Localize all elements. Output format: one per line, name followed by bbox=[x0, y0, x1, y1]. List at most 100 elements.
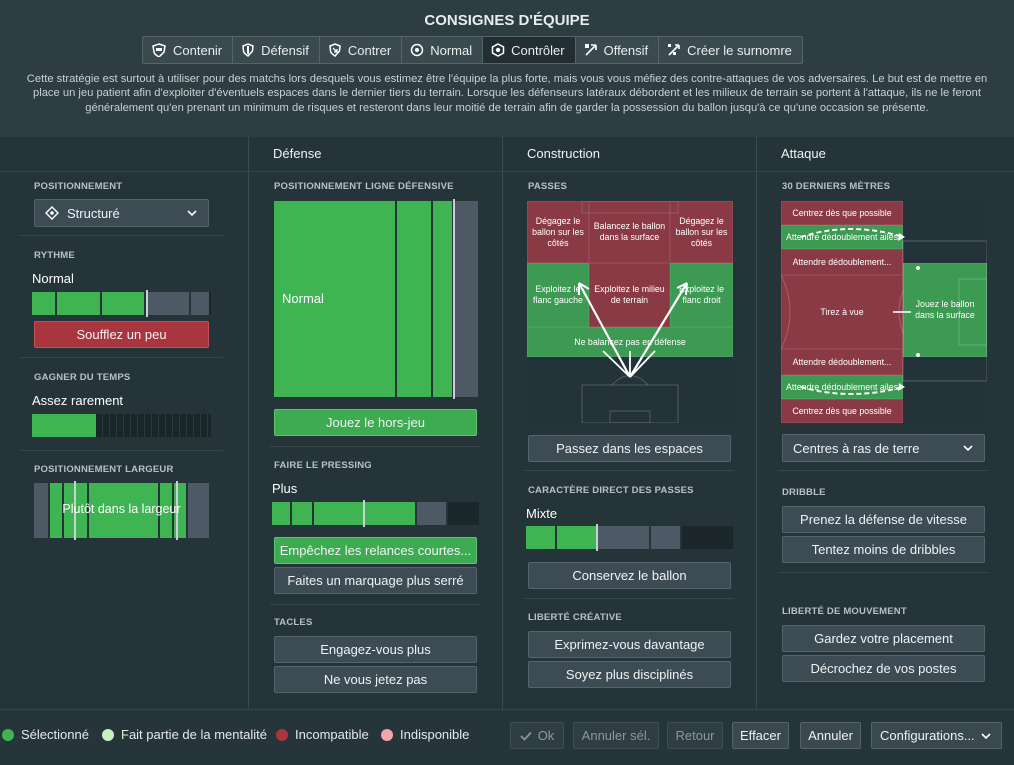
formation-icon bbox=[45, 206, 59, 220]
more-expressive-button[interactable]: Exprimez-vous davantage bbox=[528, 631, 731, 658]
undo-selection-button[interactable]: Annuler sél. bbox=[573, 722, 659, 749]
passing-directness-label: CARACTÈRE DIRECT DES PASSES bbox=[528, 485, 694, 496]
offside-button[interactable]: Jouez le hors-jeu bbox=[274, 409, 477, 436]
creative-freedom-label: LIBERTÉ CRÉATIVE bbox=[528, 612, 622, 623]
back-button[interactable]: Retour bbox=[667, 722, 723, 749]
tab-label: Contenir bbox=[173, 42, 223, 58]
passing-directness-marker bbox=[596, 524, 598, 551]
mentality-description: Cette stratégie est surtout à utiliser p… bbox=[26, 73, 988, 114]
run-at-defence-button[interactable]: Prenez la défense de vitesse bbox=[782, 506, 985, 533]
configurations-button[interactable]: Configurations... bbox=[871, 722, 1002, 749]
tempo-slider[interactable] bbox=[32, 292, 211, 315]
tab-label: Défensif bbox=[261, 42, 309, 58]
tab-normal[interactable]: Normal bbox=[402, 37, 484, 63]
column-divider bbox=[756, 137, 757, 709]
divider bbox=[524, 470, 734, 471]
press-marker bbox=[363, 500, 365, 527]
legend-mentality: Fait partie de la mentalité bbox=[102, 727, 267, 742]
defense-header: Défense bbox=[273, 146, 322, 161]
defensive-line-marker bbox=[453, 199, 455, 399]
divider bbox=[778, 572, 988, 573]
prevent-short-gk-button[interactable]: Empêchez les relances courtes... bbox=[274, 537, 477, 564]
counter-icon bbox=[329, 43, 341, 57]
legend-dot bbox=[2, 728, 14, 741]
positioning-dropdown[interactable]: Structuré bbox=[34, 199, 209, 227]
overload-icon bbox=[668, 44, 680, 56]
legend-dot bbox=[102, 728, 114, 741]
divider bbox=[20, 235, 223, 236]
dribbling-label: DRIBBLE bbox=[782, 487, 826, 498]
divider bbox=[524, 598, 734, 599]
legend-dot bbox=[276, 728, 288, 741]
configurations-label: Configurations... bbox=[880, 728, 975, 743]
divider bbox=[270, 446, 480, 447]
legend-label: Sélectionné bbox=[21, 727, 89, 742]
final-third-label: 30 DERNIERS MÈTRES bbox=[782, 181, 891, 192]
passing-pitch: Dégagez le ballon sur les côtés Balancez… bbox=[527, 201, 733, 423]
tab-label: Contrer bbox=[347, 42, 392, 58]
crossing-value: Centres à ras de terre bbox=[793, 440, 920, 456]
tab-contenir[interactable]: Contenir bbox=[143, 37, 234, 63]
width-value: Plutôt dans la largeur bbox=[62, 502, 181, 516]
pass-into-space-button[interactable]: Passez dans les espaces bbox=[528, 435, 731, 462]
tempo-marker bbox=[146, 290, 148, 317]
tab-label: Normal bbox=[430, 42, 473, 58]
tab-contrer[interactable]: Contrer bbox=[320, 37, 403, 63]
hold-position-button[interactable]: Gardez votre placement bbox=[782, 625, 985, 652]
shield-hold-icon bbox=[152, 43, 166, 57]
tempo-button[interactable]: Soufflez un peu bbox=[34, 321, 209, 348]
chevron-down-icon bbox=[981, 733, 991, 740]
stay-on-feet-button[interactable]: Ne vous jetez pas bbox=[274, 666, 477, 693]
attack-header: Attaque bbox=[781, 146, 826, 161]
defensive-line-label: POSITIONNEMENT LIGNE DÉFENSIVE bbox=[274, 181, 454, 192]
divider bbox=[778, 470, 988, 471]
shield-icon bbox=[242, 43, 254, 57]
press-slider[interactable] bbox=[272, 502, 479, 525]
divider bbox=[270, 604, 480, 605]
tempo-value: Normal bbox=[32, 271, 74, 286]
more-disciplined-button[interactable]: Soyez plus disciplinés bbox=[528, 661, 731, 688]
pitch-markings bbox=[578, 201, 688, 423]
positioning-label: POSITIONNEMENT bbox=[34, 181, 123, 192]
passing-directness-slider[interactable] bbox=[526, 526, 733, 549]
tighter-marking-button[interactable]: Faites un marquage plus serré bbox=[274, 567, 477, 594]
header-divider bbox=[0, 171, 1014, 172]
passes-label: PASSES bbox=[528, 181, 568, 192]
tackling-label: TACLES bbox=[274, 617, 313, 628]
tab-label: Créer le surnomre bbox=[687, 42, 792, 58]
get-stuck-in-button[interactable]: Engagez-vous plus bbox=[274, 636, 477, 663]
retain-possession-button[interactable]: Conservez le ballon bbox=[528, 562, 731, 589]
positioning-value: Structuré bbox=[67, 205, 120, 221]
attack-icon bbox=[584, 44, 597, 56]
divider bbox=[20, 357, 223, 358]
clear-button[interactable]: Effacer bbox=[732, 722, 789, 749]
timewasting-value: Assez rarement bbox=[32, 393, 124, 408]
control-icon bbox=[491, 43, 505, 57]
column-divider bbox=[248, 137, 249, 709]
tab-controler[interactable]: Contrôler bbox=[483, 37, 576, 63]
final-third-markings bbox=[781, 228, 987, 395]
tab-defensif[interactable]: Défensif bbox=[233, 37, 320, 63]
legend-label: Incompatible bbox=[295, 727, 369, 742]
ok-button[interactable]: Ok bbox=[510, 722, 564, 749]
chevron-down-icon bbox=[963, 445, 973, 452]
roam-button[interactable]: Décrochez de vos postes bbox=[782, 655, 985, 682]
passing-directness-value: Mixte bbox=[526, 506, 558, 521]
timewasting-label: GAGNER DU TEMPS bbox=[34, 372, 131, 383]
tab-offensif[interactable]: Offensif bbox=[576, 37, 660, 63]
dribble-less-button[interactable]: Tentez moins de dribbles bbox=[782, 536, 985, 563]
legend-label: Indisponible bbox=[400, 727, 470, 742]
tab-label: Contrôler bbox=[511, 42, 565, 58]
legend-selected: Sélectionné bbox=[2, 727, 89, 742]
ok-label: Ok bbox=[537, 728, 555, 743]
legend-label: Fait partie de la mentalité bbox=[121, 727, 267, 742]
check-icon bbox=[520, 731, 532, 741]
tempo-label: RYTHME bbox=[34, 250, 75, 261]
balance-icon bbox=[410, 43, 424, 57]
crossing-dropdown[interactable]: Centres à ras de terre bbox=[782, 434, 985, 462]
tab-creer-le-surnombre[interactable]: Créer le surnomre bbox=[659, 37, 802, 63]
timewasting-slider[interactable] bbox=[32, 414, 211, 437]
build-header: Construction bbox=[527, 146, 600, 161]
tab-label: Offensif bbox=[603, 42, 649, 58]
cancel-button[interactable]: Annuler bbox=[800, 722, 861, 749]
